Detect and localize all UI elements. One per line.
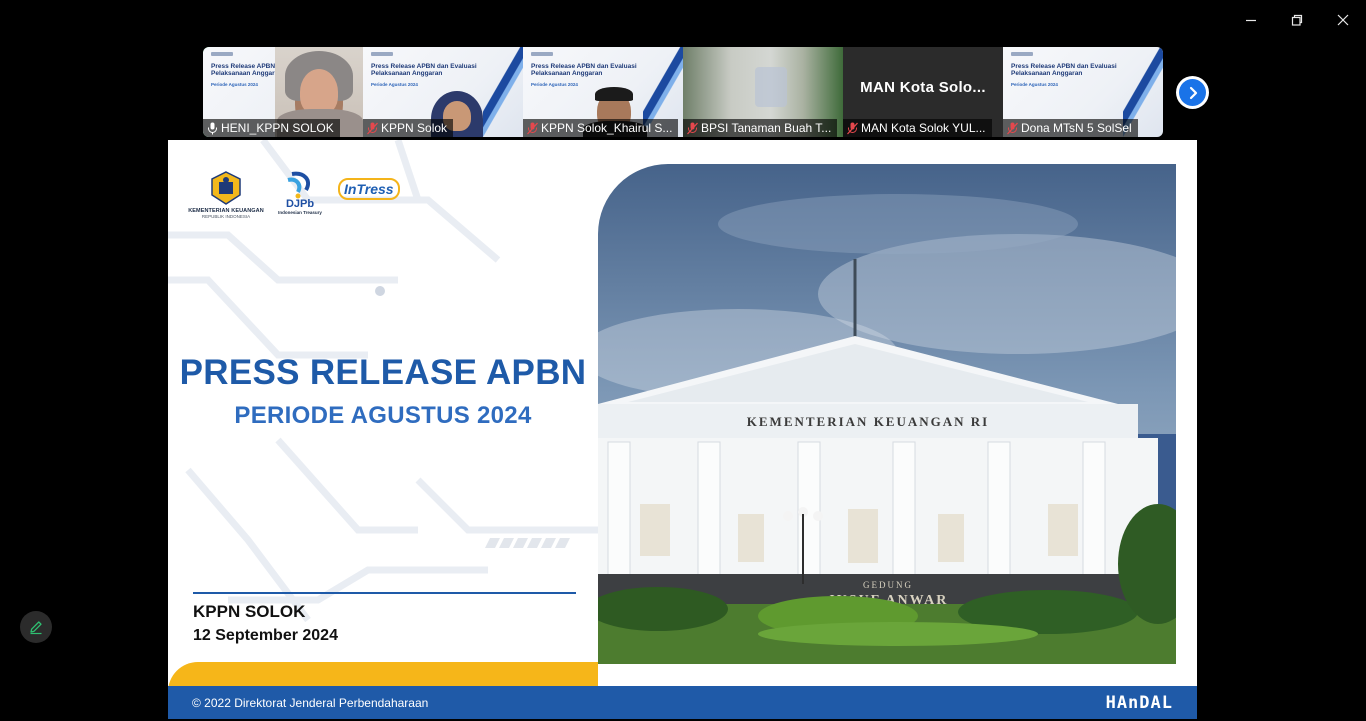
minimize-icon (1246, 19, 1256, 22)
building-sign: KEMENTERIAN KEUANGAN RI (747, 414, 989, 429)
slide-title: PRESS RELEASE APBN (179, 353, 587, 392)
djpb-emblem-icon (287, 171, 311, 199)
meeting-window: Press Release APBN dan Evaluasi Pelaksan… (0, 0, 1366, 721)
mic-muted-icon (847, 122, 858, 134)
thumbnail-period: Periode Agustus 2024 (371, 82, 418, 87)
participant-tile[interactable]: MAN Kota Solo... MAN Kota Solok YUL... (843, 47, 1003, 137)
participant-name: HENI_KPPN SOLOK (221, 121, 334, 135)
restore-icon (1291, 14, 1303, 26)
building-photo: KEMENTERIAN KEUANGAN RI GEDUNG ANWAR (598, 164, 1176, 664)
divider (193, 592, 576, 594)
intress-logo: InTress (338, 178, 400, 200)
djpb-logo: DJPb Indonesian Treasury (274, 170, 326, 215)
building-name-small: GEDUNG (863, 580, 913, 590)
mic-muted-icon (527, 122, 538, 134)
slide-subtitle: PERIODE AGUSTUS 2024 (234, 402, 532, 429)
mic-muted-icon (1007, 122, 1018, 134)
minimize-button[interactable] (1228, 0, 1274, 40)
djpb-label: DJPb (285, 198, 315, 210)
participant-name: MAN Kota Solok YUL... (861, 121, 986, 135)
participant-tile[interactable]: Press Release APBN dan Evaluasi Pelaksan… (1003, 47, 1163, 137)
participant-tile[interactable]: Press Release APBN dan Evaluasi Pelaksan… (203, 47, 363, 137)
participant-tile[interactable]: Press Release APBN dan Evaluasi Pelaksan… (363, 47, 523, 137)
participant-name: KPPN Solok (381, 121, 448, 135)
participant-name: Dona MTsN 5 SolSel (1021, 121, 1132, 135)
participant-name: BPSI Tanaman Buah T... (701, 121, 832, 135)
thumbnail-period: Periode Agustus 2024 (211, 82, 258, 87)
logo-row: KEMENTERIAN KEUANGAN REPUBLIK INDONESIA … (188, 170, 400, 219)
participant-strip: Press Release APBN dan Evaluasi Pelaksan… (203, 47, 1163, 137)
chevron-right-icon (1189, 86, 1197, 99)
mic-muted-icon (687, 122, 698, 134)
restore-button[interactable] (1274, 0, 1320, 40)
participant-name-tag: KPPN Solok (363, 119, 454, 137)
pencil-icon (30, 621, 42, 635)
mic-muted-icon (367, 122, 378, 134)
handal-logo: HAnDAL (1105, 692, 1173, 713)
kemenkeu-emblem-icon (211, 171, 241, 205)
thumbnail-period: Periode Agustus 2024 (1011, 82, 1058, 87)
participant-name-tag: MAN Kota Solok YUL... (843, 119, 992, 137)
participant-tile[interactable]: Press Release APBN dan Evaluasi Pelaksan… (523, 47, 683, 137)
close-icon (1337, 14, 1349, 26)
close-button[interactable] (1320, 0, 1366, 40)
slide-footer: © 2022 Direktorat Jenderal Perbendaharaa… (168, 686, 1197, 719)
thumbnail-title: Press Release APBN dan Evaluasi Pelaksan… (531, 63, 637, 77)
thumbnail-period: Periode Agustus 2024 (531, 82, 578, 87)
participant-name-tag: Dona MTsN 5 SolSel (1003, 119, 1138, 137)
participant-name-tag: BPSI Tanaman Buah T... (683, 119, 838, 137)
participant-name-tag: HENI_KPPN SOLOK (203, 119, 340, 137)
participant-name: KPPN Solok_Khairul S... (541, 121, 673, 135)
participant-display-name: MAN Kota Solo... (860, 78, 986, 96)
djpb-sublabel: Indonesian Treasury (278, 210, 322, 215)
participant-name-tag: KPPN Solok_Khairul S... (523, 119, 679, 137)
thumbnail-title: Press Release APBN dan Evaluasi Pelaksan… (371, 63, 477, 77)
mic-icon (208, 122, 217, 134)
kemenkeu-sublabel: REPUBLIK INDONESIA (201, 214, 251, 219)
thumbnail-title: Press Release APBN dan Evaluasi Pelaksan… (1011, 63, 1117, 77)
next-participants-button[interactable] (1176, 76, 1209, 109)
participant-tile[interactable]: BPSI Tanaman Buah T... (683, 47, 843, 137)
date-label: 12 September 2024 (193, 627, 338, 644)
organization-label: KPPN SOLOK (193, 602, 306, 621)
annotate-button[interactable] (20, 611, 52, 643)
shared-slide: KEMENTERIAN KEUANGAN REPUBLIK INDONESIA … (168, 140, 1197, 719)
kemenkeu-logo: KEMENTERIAN KEUANGAN REPUBLIK INDONESIA (188, 170, 264, 219)
footer-copyright: © 2022 Direktorat Jenderal Perbendaharaa… (192, 695, 429, 710)
